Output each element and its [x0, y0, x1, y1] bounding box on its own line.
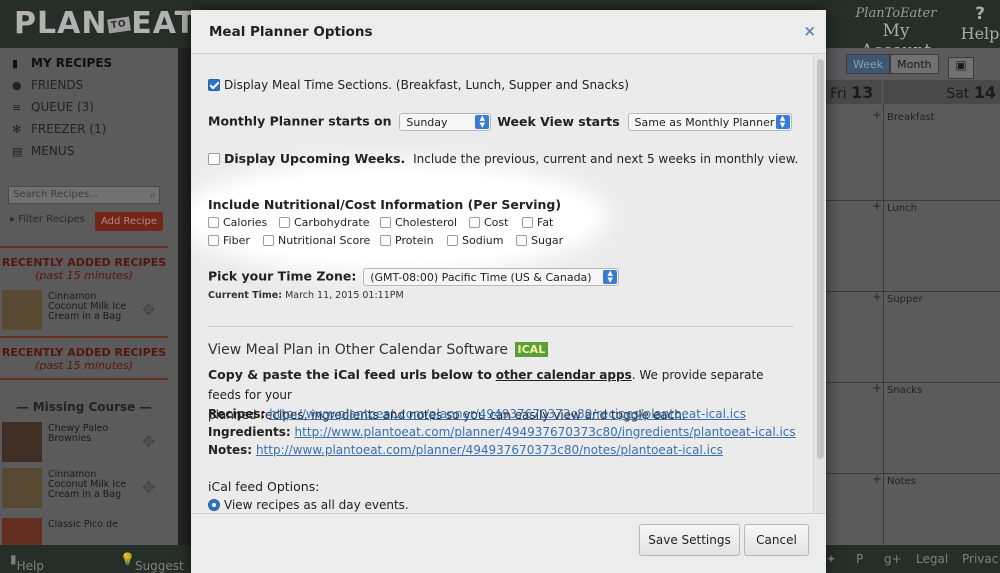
option-carbohydrate[interactable]: Carbohydrate — [279, 216, 369, 229]
allday-radio[interactable] — [208, 498, 220, 511]
feed-options-heading: iCal feed Options: — [208, 479, 320, 494]
chevron-updown-icon: ▲ ▼ — [475, 115, 490, 129]
ical-badge: ICAL — [514, 342, 549, 357]
ical-section-title: View Meal Plan in Other Calendar Softwar… — [208, 342, 549, 358]
dialog-body: Display Meal Time Sections. (Breakfast, … — [191, 55, 813, 513]
meal-sections-checkbox[interactable] — [208, 78, 220, 91]
checkbox[interactable] — [263, 234, 274, 246]
option-fat[interactable]: Fat — [522, 216, 553, 229]
option-cholesterol[interactable]: Cholesterol — [380, 216, 457, 229]
checkbox[interactable] — [516, 234, 527, 246]
ingredients-feed-url[interactable]: http://www.plantoeat.com/planner/4949376… — [295, 425, 796, 439]
checkbox[interactable] — [380, 234, 391, 246]
display-meal-sections-option[interactable]: Display Meal Time Sections. (Breakfast, … — [208, 78, 629, 92]
dialog-header: Meal Planner Options × — [191, 10, 826, 54]
option-protein[interactable]: Protein — [380, 234, 434, 247]
option-sodium[interactable]: Sodium — [447, 234, 503, 247]
section-divider — [208, 326, 794, 327]
dialog-title: Meal Planner Options — [209, 24, 373, 40]
current-time: Current Time: March 11, 2015 01:11PM — [208, 290, 404, 301]
option-fiber[interactable]: Fiber — [208, 234, 250, 247]
chevron-updown-icon: ▲ ▼ — [775, 115, 790, 129]
notes-feed-url[interactable]: http://www.plantoeat.com/planner/4949376… — [256, 443, 723, 457]
meal-planner-options-dialog: Meal Planner Options × Display Meal Time… — [191, 10, 826, 573]
monthly-start-select[interactable]: Sunday ▲ ▼ — [399, 113, 492, 131]
nutrition-heading: Include Nutritional/Cost Information (Pe… — [208, 197, 562, 212]
upcoming-weeks-option[interactable]: Display Upcoming Weeks. Include the prev… — [208, 151, 798, 166]
timezone-select[interactable]: (GMT-08:00) Pacific Time (US & Canada) ▲ ▼ — [363, 268, 620, 286]
notes-feed: Notes: http://www.plantoeat.com/planner/… — [208, 443, 723, 457]
dialog-footer: Save Settings Cancel — [191, 513, 826, 573]
recipes-feed: Recipes: http://www.plantoeat.com/planne… — [208, 407, 746, 421]
timezone-row: Pick your Time Zone: (GMT-08:00) Pacific… — [208, 268, 620, 286]
dialog-scrollbar[interactable] — [813, 55, 826, 513]
other-calendar-apps-link[interactable]: other calendar apps — [496, 368, 632, 382]
checkbox[interactable] — [380, 216, 391, 228]
save-settings-button[interactable]: Save Settings — [639, 524, 740, 556]
close-icon[interactable]: × — [803, 22, 816, 40]
week-view-select[interactable]: Same as Monthly Planner ▲ ▼ — [627, 113, 792, 131]
checkbox[interactable] — [208, 216, 219, 228]
option-cost[interactable]: Cost — [469, 216, 508, 229]
monthly-start-row: Monthly Planner starts on Sunday ▲ ▼ Week … — [208, 113, 792, 131]
upcoming-weeks-checkbox[interactable] — [208, 152, 220, 165]
checkbox[interactable] — [522, 216, 533, 228]
option-nutritional-score[interactable]: Nutritional Score — [263, 234, 370, 247]
checkbox[interactable] — [469, 216, 480, 228]
chevron-updown-icon: ▲ ▼ — [603, 270, 618, 284]
ingredients-feed: Ingredients: http://www.plantoeat.com/pl… — [208, 425, 796, 439]
cancel-button[interactable]: Cancel — [744, 524, 809, 556]
checkbox[interactable] — [447, 234, 458, 246]
recipes-feed-url[interactable]: http://www.plantoeat.com/planner/4949376… — [269, 407, 746, 421]
feed-option-allday[interactable]: View recipes as all day events. — [208, 498, 409, 512]
option-calories[interactable]: Calories — [208, 216, 267, 229]
checkbox[interactable] — [279, 216, 290, 228]
checkbox[interactable] — [208, 234, 219, 246]
scroll-thumb[interactable] — [817, 59, 824, 459]
option-sugar[interactable]: Sugar — [516, 234, 563, 247]
